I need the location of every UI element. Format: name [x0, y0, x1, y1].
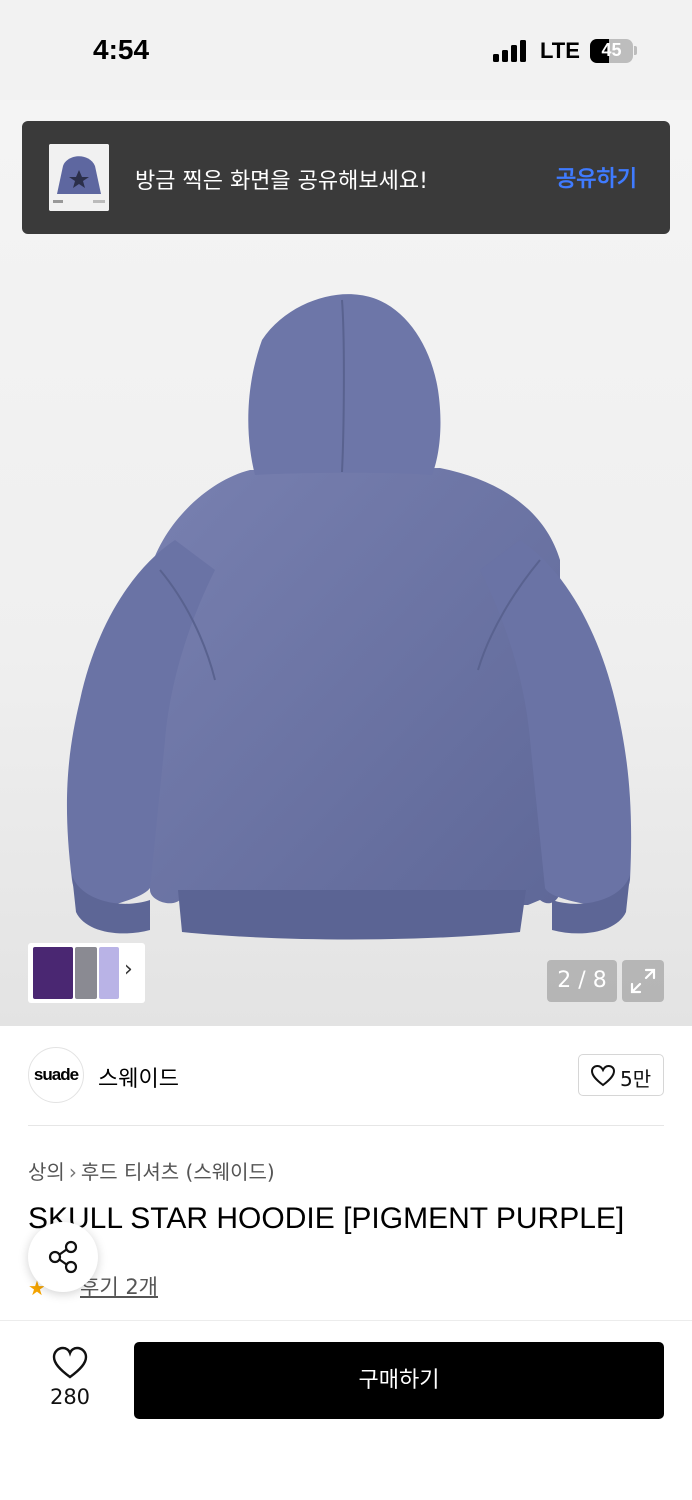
- toast-share-button[interactable]: 공유하기: [556, 161, 637, 193]
- product-photo-hoodie-back: [66, 294, 632, 940]
- variant-thumb-gray[interactable]: [75, 947, 97, 999]
- battery-tip: [634, 46, 637, 55]
- brand-name[interactable]: 스웨이드: [98, 1061, 179, 1093]
- buy-button[interactable]: 구매하기: [134, 1342, 664, 1419]
- status-time: 4:54: [93, 34, 150, 65]
- status-bar: 4:54 LTE 45: [0, 0, 692, 100]
- battery-icon: 45: [590, 39, 633, 63]
- share-screenshot-toast: 방금 찍은 화면을 공유해보세요! 공유하기: [22, 121, 670, 234]
- chevron-right-icon[interactable]: ›: [124, 957, 133, 982]
- breadcrumb: 상의 › 후드 티셔츠 (스웨이드): [28, 1156, 275, 1185]
- heart-icon: [591, 1065, 615, 1087]
- expand-image-button[interactable]: [622, 960, 664, 1002]
- share-button[interactable]: [28, 1222, 98, 1292]
- screenshot-thumbnail[interactable]: [49, 144, 109, 211]
- wishlist-count: 280: [49, 1385, 91, 1409]
- expand-icon: [630, 968, 656, 994]
- brand-like-button[interactable]: 5만: [578, 1054, 664, 1096]
- brand-logo[interactable]: suade: [28, 1047, 84, 1103]
- breadcrumb-item-category[interactable]: 상의: [28, 1160, 65, 1184]
- color-variant-thumbnails[interactable]: ›: [28, 943, 145, 1003]
- network-type: LTE: [540, 38, 580, 63]
- breadcrumb-item-subcategory[interactable]: 후드 티셔츠 (스웨이드): [81, 1160, 275, 1184]
- brand-like-count: 5만: [620, 1067, 652, 1091]
- chevron-right-icon: ›: [68, 1160, 77, 1184]
- image-page-counter: 2 / 8: [547, 960, 617, 1002]
- divider: [28, 1125, 664, 1126]
- share-icon: [48, 1240, 78, 1274]
- variant-thumb-purple[interactable]: [33, 947, 73, 999]
- variant-thumb-lavender[interactable]: [99, 947, 119, 999]
- toast-message: 방금 찍은 화면을 공유해보세요!: [135, 169, 428, 194]
- screenshot-thumbnail-image: [49, 144, 109, 211]
- battery-level: 45: [601, 40, 622, 60]
- signal-icon: [493, 40, 527, 62]
- heart-icon: [52, 1346, 88, 1379]
- product-title: SKULL STAR HOODIE [PIGMENT PURPLE]: [28, 1202, 625, 1235]
- product-image-gallery[interactable]: › 2 / 8: [0, 100, 692, 1026]
